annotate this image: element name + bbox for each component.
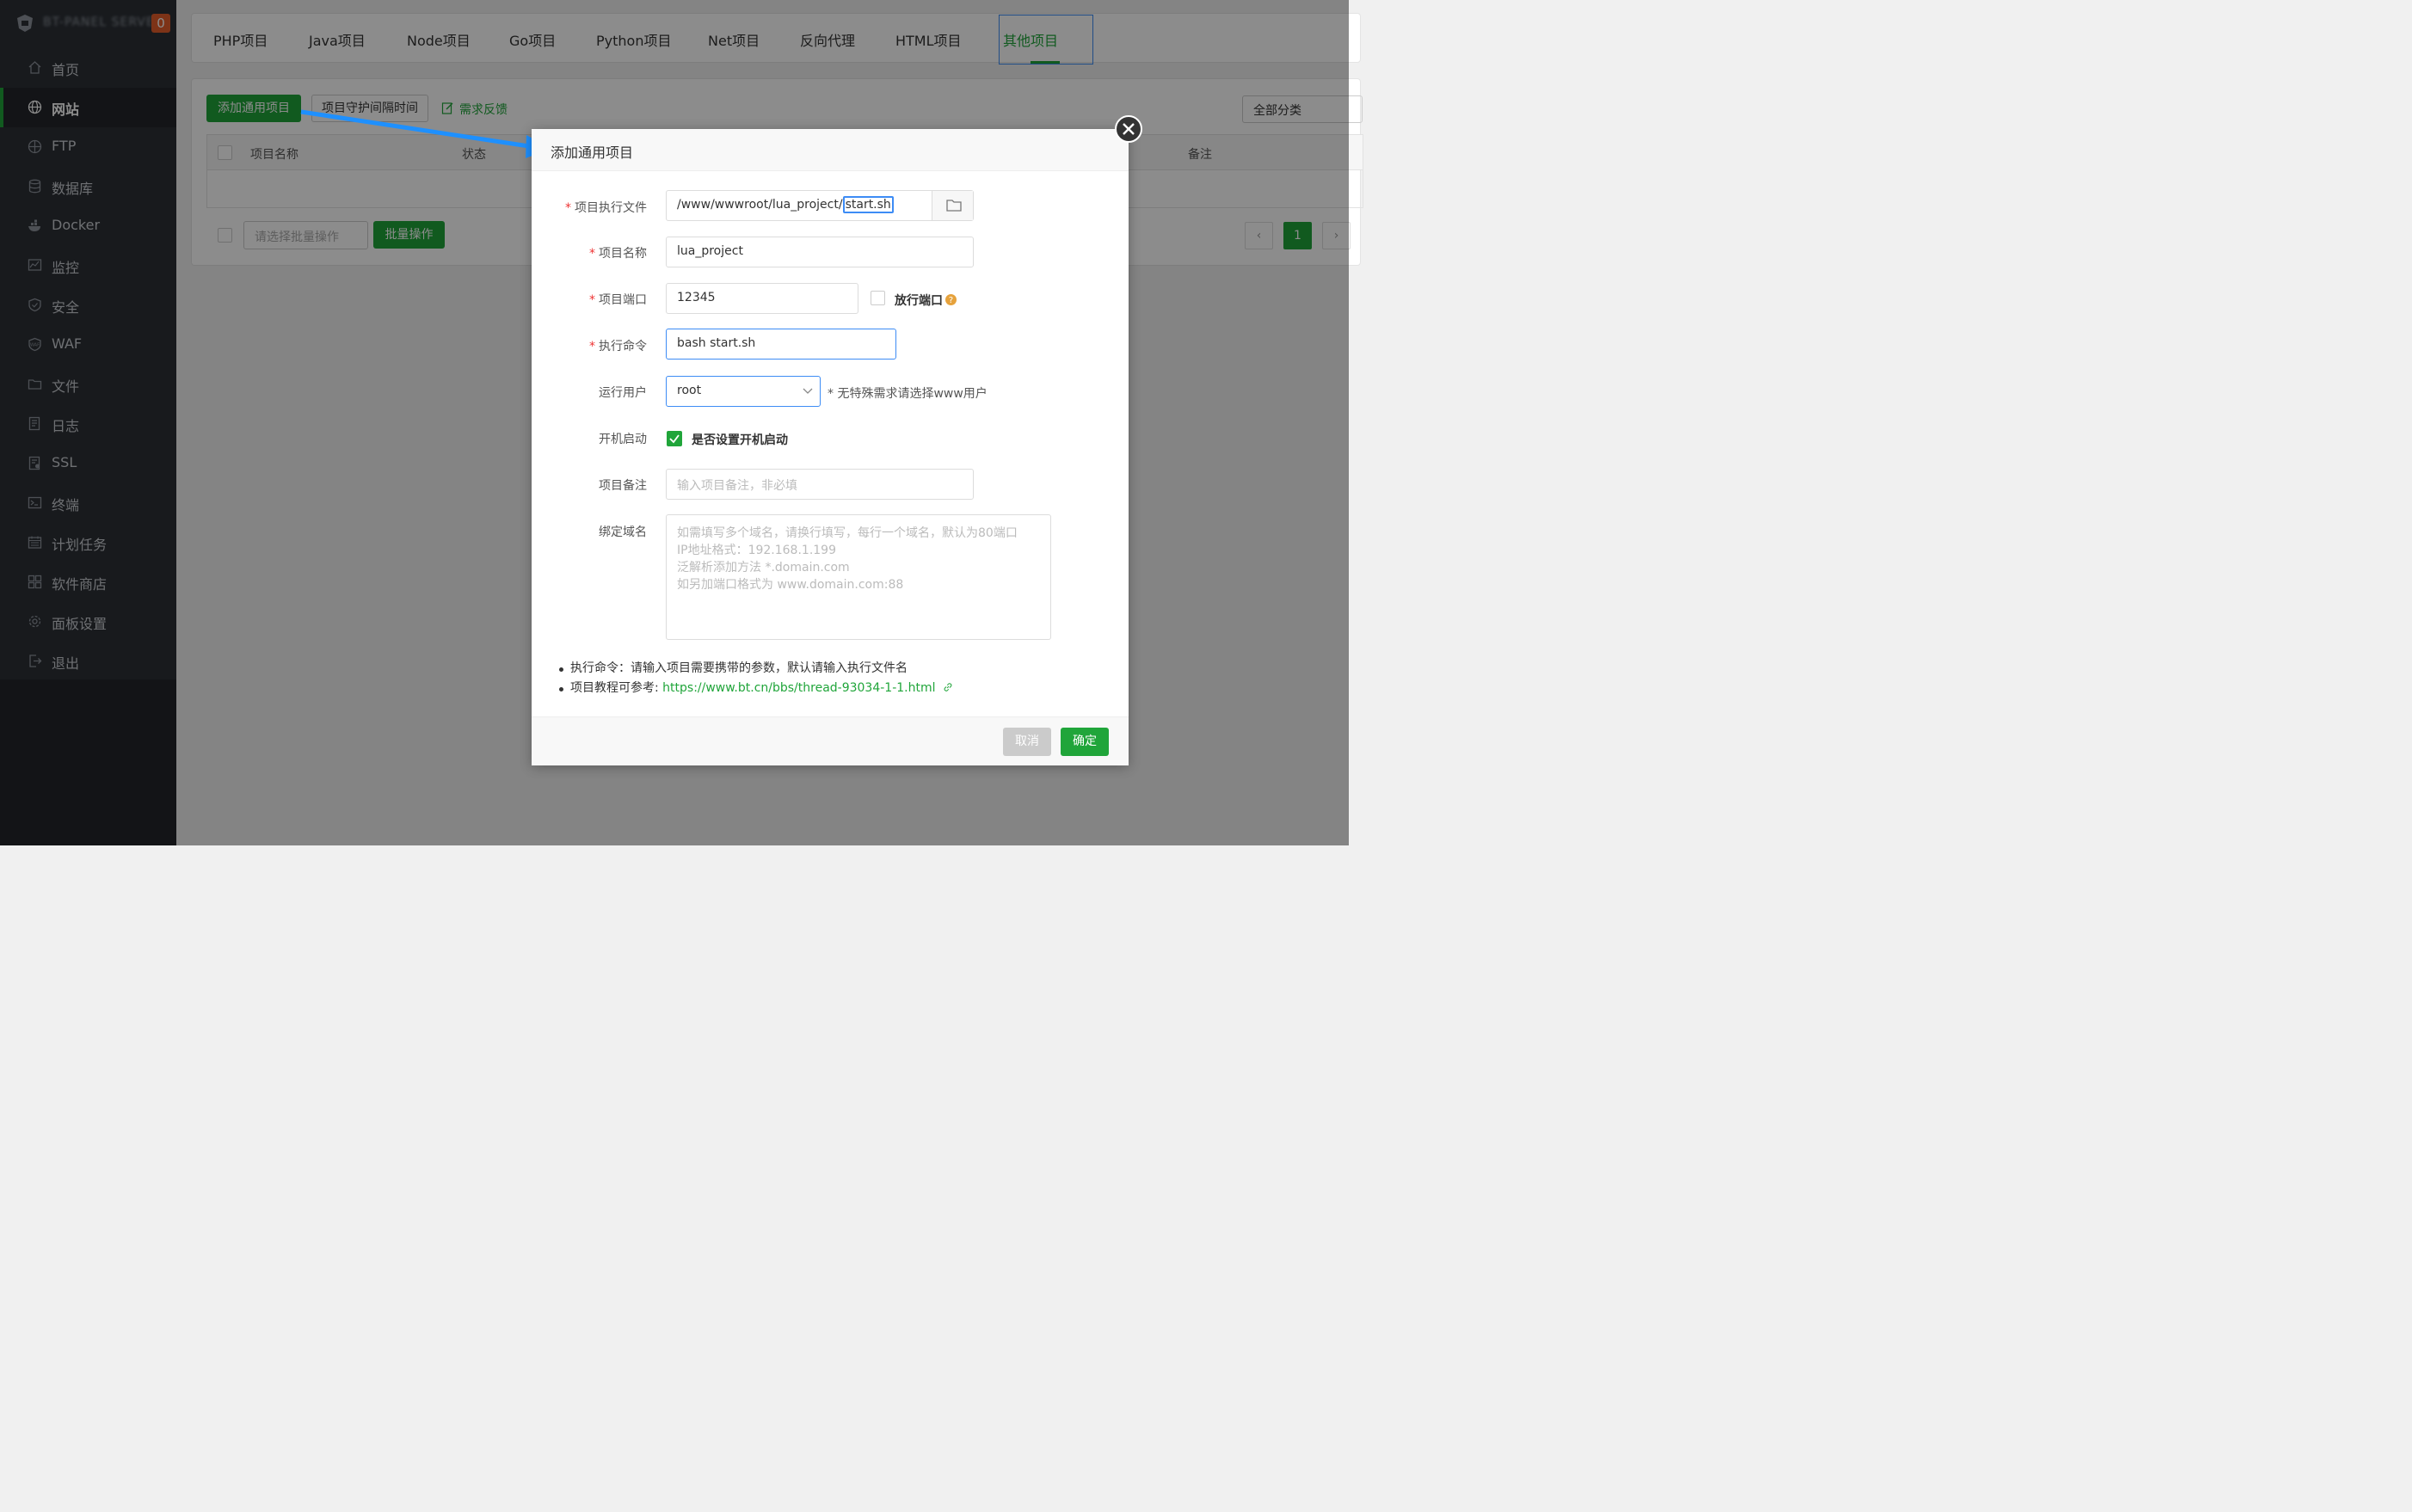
- domain-placeholder-line: 如另加端口格式为 www.domain.com:88: [677, 578, 904, 592]
- confirm-button[interactable]: 确定: [1061, 728, 1109, 756]
- tutorial-tip: 项目教程可参考: https://www.bt.cn/bbs/thread-93…: [557, 679, 953, 698]
- command-tip: 执行命令：请输入项目需要携带的参数，默认请输入执行文件名: [557, 659, 953, 679]
- project-port-value: 12345: [677, 291, 716, 304]
- autostart-checkbox-label[interactable]: 是否设置开机启动: [692, 431, 788, 448]
- folder-icon: [946, 200, 962, 212]
- tips-list: 执行命令：请输入项目需要携带的参数，默认请输入执行文件名 项目教程可参考: ht…: [557, 659, 953, 698]
- project-port-input[interactable]: 12345: [666, 283, 858, 314]
- exec-file-label: * 项目执行文件: [565, 201, 647, 215]
- run-user-value: root: [677, 384, 702, 397]
- tutorial-prefix: 项目教程可参考:: [570, 681, 663, 695]
- svg-text:?: ?: [949, 296, 953, 305]
- autostart-label: 开机启动: [599, 433, 647, 446]
- remark-label: 项目备注: [599, 479, 647, 493]
- autostart-checkbox[interactable]: [667, 431, 682, 446]
- check-icon: [669, 434, 680, 444]
- run-user-label: 运行用户: [599, 386, 647, 400]
- exec-file-input[interactable]: /www/wwwroot/lua_project/start.sh: [666, 190, 974, 221]
- close-icon: [1123, 123, 1135, 135]
- domain-placeholder-line: 泛解析添加方法 *.domain.com: [677, 561, 850, 575]
- remark-input[interactable]: 输入项目备注，非必填: [666, 469, 974, 500]
- open-port-label[interactable]: 放行端口: [895, 292, 943, 309]
- domain-label: 绑定域名: [599, 526, 647, 539]
- browse-folder-button[interactable]: [932, 191, 973, 220]
- dialog-title: 添加通用项目: [551, 144, 634, 161]
- dialog-header: 添加通用项目: [532, 129, 1129, 171]
- command-input[interactable]: bash start.sh: [666, 329, 896, 360]
- run-user-hint: * 无特殊需求请选择www用户: [828, 387, 988, 401]
- project-name-value: lua_project: [677, 244, 743, 258]
- dialog-footer: 取消 确定: [532, 716, 1129, 765]
- cancel-button[interactable]: 取消: [1003, 728, 1051, 756]
- run-user-select[interactable]: root: [666, 376, 821, 407]
- tutorial-link[interactable]: https://www.bt.cn/bbs/thread-93034-1-1.h…: [662, 681, 935, 695]
- domain-placeholder-line: IP地址格式：192.168.1.199: [677, 544, 836, 557]
- open-port-checkbox[interactable]: [871, 291, 885, 305]
- command-value: bash start.sh: [677, 336, 756, 350]
- domain-textarea[interactable]: 如需填写多个域名，请换行填写，每行一个域名，默认为80端口 IP地址格式：192…: [666, 514, 1051, 640]
- remark-placeholder: 输入项目备注，非必填: [677, 479, 797, 493]
- project-name-label: * 项目名称: [589, 247, 647, 261]
- help-icon[interactable]: ?: [945, 294, 957, 305]
- exec-file-selected-text: start.sh: [842, 196, 894, 213]
- dialog-close-button[interactable]: [1115, 115, 1142, 143]
- exec-file-prefix: /www/wwwroot/lua_project/: [677, 198, 843, 212]
- project-port-label: * 项目端口: [589, 293, 647, 307]
- link-icon: [944, 683, 952, 691]
- add-project-dialog: 添加通用项目 * 项目执行文件 /www/wwwroot/lua_project/…: [532, 115, 1142, 765]
- domain-placeholder-line: 如需填写多个域名，请换行填写，每行一个域名，默认为80端口: [677, 526, 1018, 540]
- project-name-input[interactable]: lua_project: [666, 237, 974, 267]
- command-label: * 执行命令: [589, 340, 647, 353]
- chevron-down-icon: [803, 388, 813, 394]
